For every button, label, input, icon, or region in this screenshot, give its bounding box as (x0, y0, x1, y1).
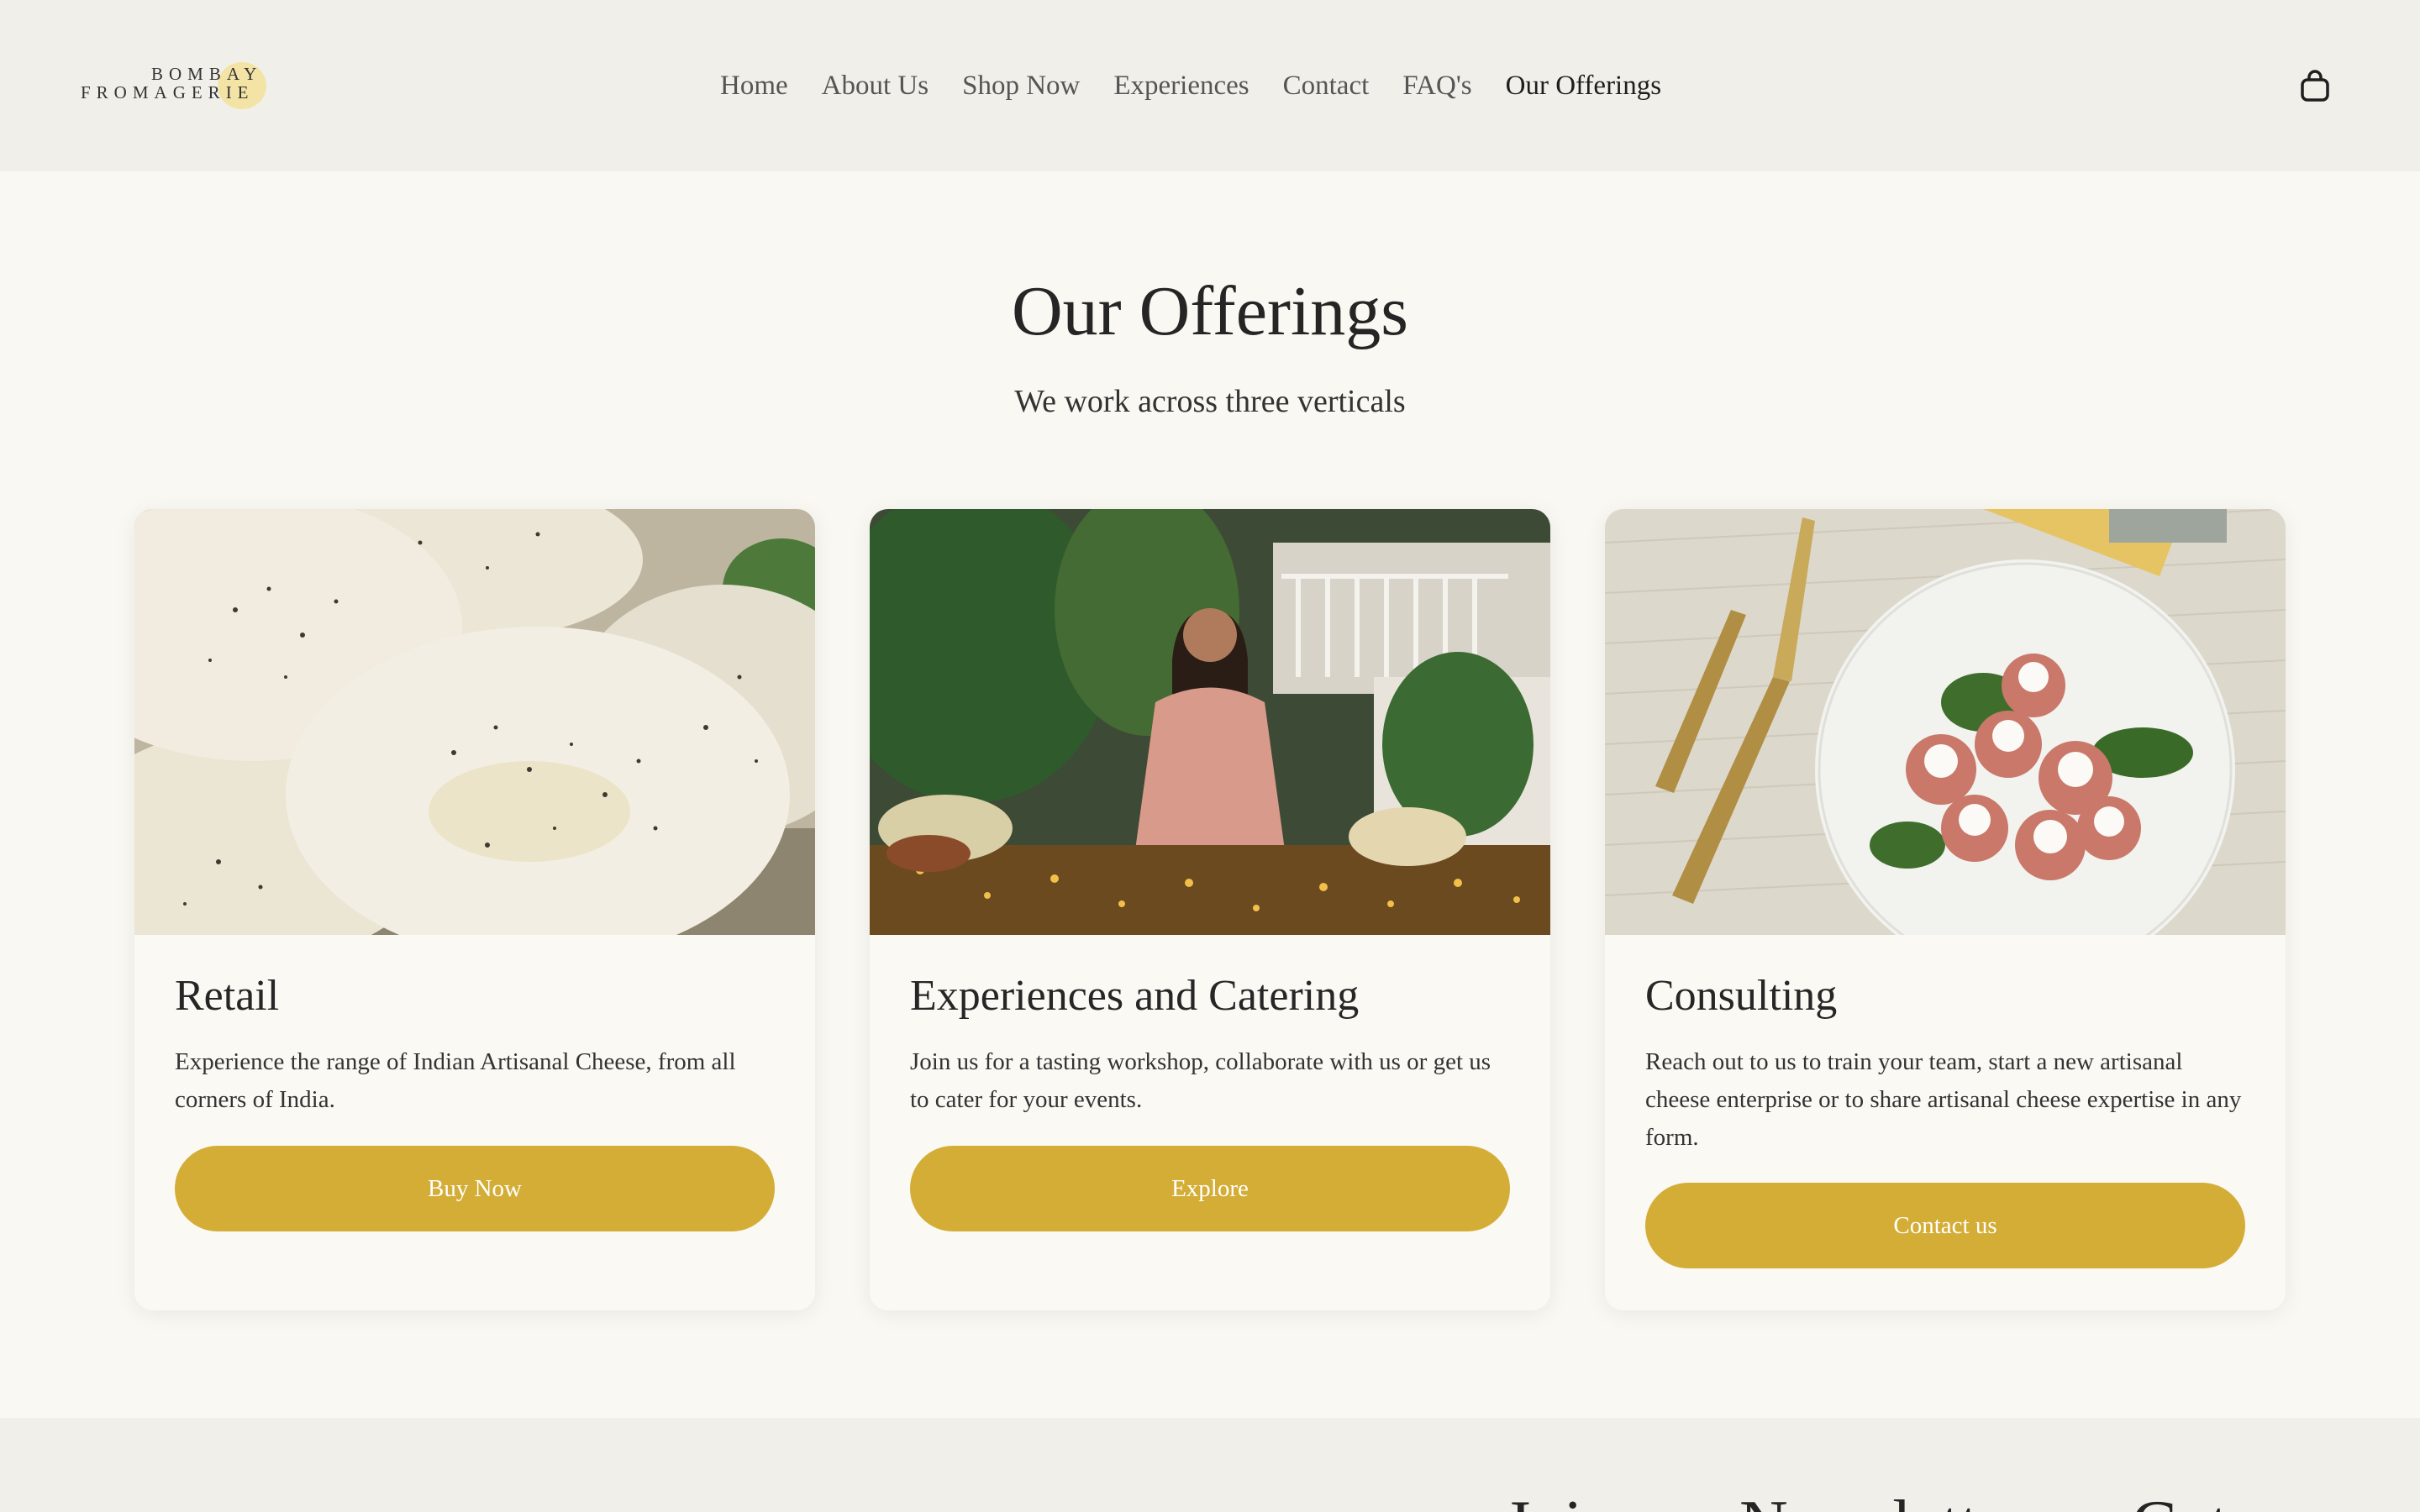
main-nav: Home About Us Shop Now Experiences Conta… (720, 67, 1695, 104)
card-text-retail: Experience the range of Indian Artisanal… (175, 1048, 736, 1113)
contact-us-button[interactable]: Contact us (1645, 1183, 2245, 1268)
nav-contact[interactable]: Contact (1283, 71, 1370, 102)
nav-our-offerings[interactable]: Our Offerings (1506, 71, 1661, 102)
newsletter-title: Join our Newsletter — Get (1504, 1487, 2228, 1512)
retail-cheese-image (134, 509, 815, 935)
consulting-figs-image (1605, 509, 2286, 935)
nav-shop-now[interactable]: Shop Now (962, 71, 1080, 102)
experiences-catering-image (870, 509, 1550, 935)
offering-card-experiences: Experiences and Catering Join us for a t… (870, 509, 1550, 1310)
nav-about-us[interactable]: About Us (822, 71, 929, 102)
card-title-consulting: Consulting (1645, 972, 1838, 1020)
buy-now-button[interactable]: Buy Now (175, 1146, 775, 1231)
offering-card-retail: Retail Experience the range of Indian Ar… (134, 509, 815, 1310)
card-title-retail: Retail (175, 972, 280, 1020)
nav-home[interactable]: Home (720, 71, 788, 102)
card-title-experiences: Experiences and Catering (910, 972, 1360, 1020)
offering-card-consulting: Consulting Reach out to us to train your… (1605, 509, 2286, 1310)
nav-faqs[interactable]: FAQ's (1402, 71, 1471, 102)
page-subtitle: We work across three verticals (1014, 384, 1406, 419)
shopping-bag-icon[interactable] (2299, 69, 2331, 102)
brand-logo[interactable]: BOMBAY FROMAGERIE (81, 62, 274, 109)
newsletter-section: Join our Newsletter — Get (0, 1418, 2420, 1512)
site-header: BOMBAY FROMAGERIE Home About Us Shop Now… (0, 0, 2420, 171)
card-text-experiences: Join us for a tasting workshop, collabor… (910, 1048, 1491, 1113)
page-title: Our Offerings (1011, 272, 1408, 350)
card-text-consulting: Reach out to us to train your team, star… (1645, 1048, 2242, 1151)
logo-line-2: FROMAGERIE (81, 82, 255, 102)
explore-button[interactable]: Explore (910, 1146, 1510, 1231)
nav-experiences[interactable]: Experiences (1113, 71, 1249, 102)
